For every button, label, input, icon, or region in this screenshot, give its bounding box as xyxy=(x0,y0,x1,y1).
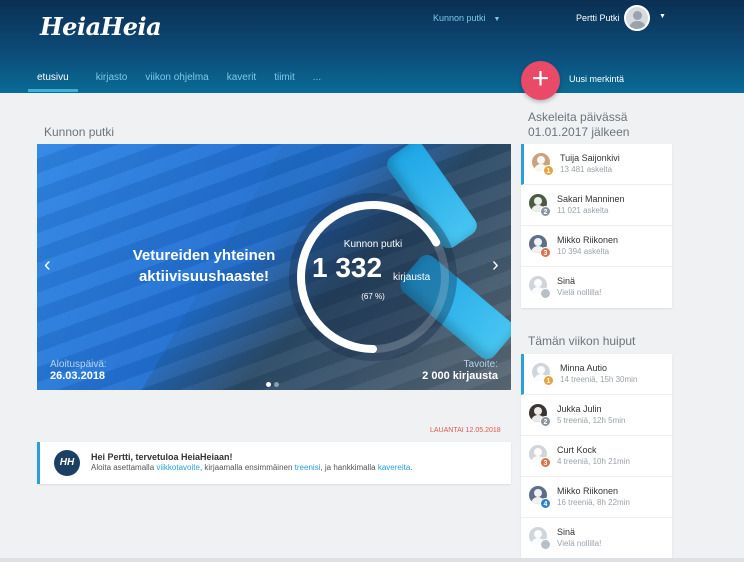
member-value: 4 treeniä, 10h 21min xyxy=(557,457,630,466)
nav-item-kaverit[interactable]: kaverit xyxy=(227,72,256,93)
carousel-dot[interactable] xyxy=(274,382,279,387)
ring-title: Kunnon putki xyxy=(343,239,403,250)
list-item[interactable]: 3 Mikko Riikonen 10 394 askelta xyxy=(521,226,672,267)
welcome-title: Hei Pertti, tervetuloa HeiaHeiaan! xyxy=(91,452,233,462)
rank-badge: 1 xyxy=(543,165,554,176)
new-entry-button[interactable]: + xyxy=(521,61,560,100)
member-name: Jukka Julin xyxy=(557,404,602,414)
member-name: Sakari Manninen xyxy=(557,194,625,204)
nav-item-kirjasto[interactable]: kirjasto xyxy=(96,72,128,93)
steps-leaderboard: 1 Tuija Saijonkivi 13 481 askelta 2 Saka… xyxy=(521,144,672,308)
weekly-goal-link[interactable]: viikkotavoite xyxy=(156,463,200,472)
list-item[interactable]: 2 Jukka Julin 5 treeniä, 12h 5min xyxy=(521,395,672,436)
section-title: Kunnon putki xyxy=(44,125,115,139)
ring-count: 1 332 xyxy=(312,252,383,283)
member-name: Mikko Riikonen xyxy=(557,235,619,245)
new-entry-label[interactable]: Uusi merkintä xyxy=(569,74,624,84)
workouts-link[interactable]: treenisi xyxy=(295,463,321,472)
rank-badge: 3 xyxy=(540,457,551,468)
member-name: Curt Kock xyxy=(557,445,597,455)
member-value: 10 394 askelta xyxy=(557,247,610,256)
nav-item-more[interactable]: ... xyxy=(313,72,321,93)
carousel-dots xyxy=(266,374,282,390)
chevron-down-icon[interactable]: ▼ xyxy=(659,13,666,20)
welcome-text: Aloita asettamalla viikkotavoite, kirjaa… xyxy=(91,463,413,472)
member-value: Vielä nollilla! xyxy=(557,539,602,548)
nav-item-etusivu[interactable]: etusivu xyxy=(28,72,78,93)
rank-badge xyxy=(540,288,551,299)
list-item[interactable]: 1 Tuija Saijonkivi 13 481 askelta xyxy=(521,144,672,185)
member-name: Tuija Saijonkivi xyxy=(560,153,620,163)
member-value: 16 treeniä, 8h 22min xyxy=(557,498,630,507)
heiaheia-logo[interactable]: HeiaHeia xyxy=(40,12,162,41)
rank-badge: 4 xyxy=(540,498,551,509)
challenge-banner[interactable]: Vetureiden yhteinen aktiivisuushaaste! ‹… xyxy=(37,144,511,390)
team-selector[interactable]: Kunnon putki ▼ xyxy=(433,13,500,23)
list-item[interactable]: Sinä Vielä nollilla! xyxy=(521,518,672,559)
rank-badge: 2 xyxy=(540,206,551,217)
chevron-down-icon: ▼ xyxy=(493,16,501,23)
list-item[interactable]: 2 Sakari Manninen 11 021 askelta xyxy=(521,185,672,226)
rank-badge: 2 xyxy=(540,416,551,427)
member-name: Sinä xyxy=(557,527,576,537)
nav-item-tiimit[interactable]: tiimit xyxy=(274,72,295,93)
page-bottom-divider xyxy=(0,558,744,562)
hero-headline: Vetureiden yhteinen aktiivisuushaaste! xyxy=(132,247,276,285)
member-value: 11 021 askelta xyxy=(557,206,609,215)
rank-badge: 1 xyxy=(543,375,554,386)
avatar[interactable] xyxy=(624,5,650,31)
main-nav: etusivu kirjasto viikon ohjelma kaverit … xyxy=(28,72,339,93)
chevron-left-icon[interactable]: ‹ xyxy=(44,254,51,277)
friends-link[interactable]: kavereita xyxy=(378,463,410,472)
steps-title: Askeleita päivässä 01.01.2017 jälkeen xyxy=(528,110,630,139)
ring-unit: kirjausta xyxy=(393,272,431,283)
list-item[interactable]: 1 Minna Autio 14 treeniä, 15h 30min xyxy=(521,354,672,395)
list-item[interactable]: Sinä Vielä nollilla! xyxy=(521,267,672,308)
list-item[interactable]: 4 Mikko Riikonen 16 treeniä, 8h 22min xyxy=(521,477,672,518)
nav-item-viikon-ohjelma[interactable]: viikon ohjelma xyxy=(145,72,208,93)
rank-badge: 3 xyxy=(540,247,551,258)
plus-icon: + xyxy=(531,62,550,95)
member-value: 13 481 askelta xyxy=(560,165,613,174)
team-selector-label: Kunnon putki xyxy=(433,13,486,23)
top-header: HeiaHeia Kunnon putki ▼ Pertti Putki ▼ et… xyxy=(0,0,744,93)
member-value: 5 treeniä, 12h 5min xyxy=(557,416,626,425)
weekly-leaderboard: 1 Minna Autio 14 treeniä, 15h 30min 2 Ju… xyxy=(521,354,672,559)
weekly-title: Tämän viikon huiput xyxy=(528,334,636,348)
member-value: 14 treeniä, 15h 30min xyxy=(560,375,638,384)
list-item[interactable]: 3 Curt Kock 4 treeniä, 10h 21min xyxy=(521,436,672,477)
carousel-dot[interactable] xyxy=(266,382,271,387)
goal-label: Tavoite: xyxy=(463,359,498,370)
start-date: 26.03.2018 xyxy=(50,370,106,382)
member-name: Sinä xyxy=(557,276,576,286)
chevron-right-icon[interactable]: › xyxy=(492,254,499,277)
member-value: Vielä nollilla! xyxy=(557,288,602,297)
rank-badge xyxy=(540,539,551,550)
welcome-card: HH Hei Pertti, tervetuloa HeiaHeiaan! Al… xyxy=(37,442,511,484)
goal-value: 2 000 kirjausta xyxy=(422,370,498,382)
date-stamp: LAUANTAI 12.05.2018 xyxy=(430,427,501,434)
heiaheia-logo-icon: HH xyxy=(54,450,80,476)
member-name: Minna Autio xyxy=(560,363,608,373)
user-name[interactable]: Pertti Putki xyxy=(576,13,620,23)
member-name: Mikko Riikonen xyxy=(557,486,619,496)
ring-percent: (67 %) xyxy=(361,292,385,301)
start-label: Aloituspäivä: xyxy=(50,359,107,370)
